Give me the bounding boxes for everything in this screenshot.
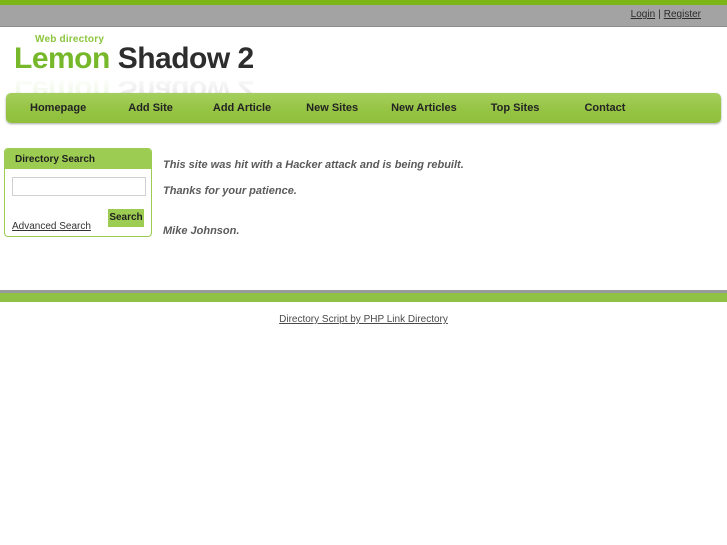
account-links: Login | Register: [631, 9, 701, 20]
directory-search-body: Advanced Search Search: [5, 169, 151, 236]
nav-item-add-article[interactable]: Add Article: [213, 102, 271, 114]
notice-line-2: Thanks for your patience.: [163, 185, 297, 197]
directory-search-title: Directory Search: [15, 153, 96, 165]
logo-word-lemon: Lemon: [14, 42, 110, 75]
footer-green-bar: [0, 293, 727, 302]
notice-signature: Mike Johnson.: [163, 225, 240, 237]
nav-item-homepage[interactable]: Homepage: [30, 102, 86, 114]
site-logo[interactable]: Web directory Lemon Shadow 2 Lemon Shado…: [14, 34, 434, 107]
main-content: This site was hit with a Hacker attack a…: [163, 158, 683, 238]
directory-search-panel: Directory Search Advanced Search Search: [4, 148, 152, 237]
footer: Directory Script by PHP Link Directory: [0, 309, 727, 327]
nav-item-top-sites[interactable]: Top Sites: [491, 102, 540, 114]
directory-search-header: Directory Search: [5, 149, 151, 169]
nav-list: Homepage Add Site Add Article New Sites …: [6, 93, 625, 123]
search-button[interactable]: Search: [108, 209, 144, 227]
logo-word-shadow: [110, 42, 118, 75]
login-link[interactable]: Login: [631, 9, 655, 20]
nav-item-contact[interactable]: Contact: [584, 102, 625, 114]
page-root: Login | Register Web directory Lemon Shado…: [0, 0, 727, 545]
utility-bar: Login | Register: [0, 5, 727, 27]
notice-line-1: This site was hit with a Hacker attack a…: [163, 159, 464, 171]
main-navigation: Homepage Add Site Add Article New Sites …: [6, 93, 721, 123]
logo-word-shadow2: Shadow 2: [117, 42, 255, 75]
search-input[interactable]: [12, 177, 146, 196]
nav-item-new-sites[interactable]: New Sites: [306, 102, 358, 114]
advanced-search-link[interactable]: Advanced Search: [12, 221, 91, 232]
register-link[interactable]: Register: [664, 9, 701, 20]
links-separator: |: [658, 9, 661, 20]
nav-item-new-articles[interactable]: New Articles: [391, 102, 457, 114]
footer-credit-link[interactable]: Directory Script by PHP Link Directory: [279, 314, 448, 325]
logo-wordmark: Lemon Shadow 2: [14, 43, 254, 75]
nav-item-add-site[interactable]: Add Site: [128, 102, 173, 114]
